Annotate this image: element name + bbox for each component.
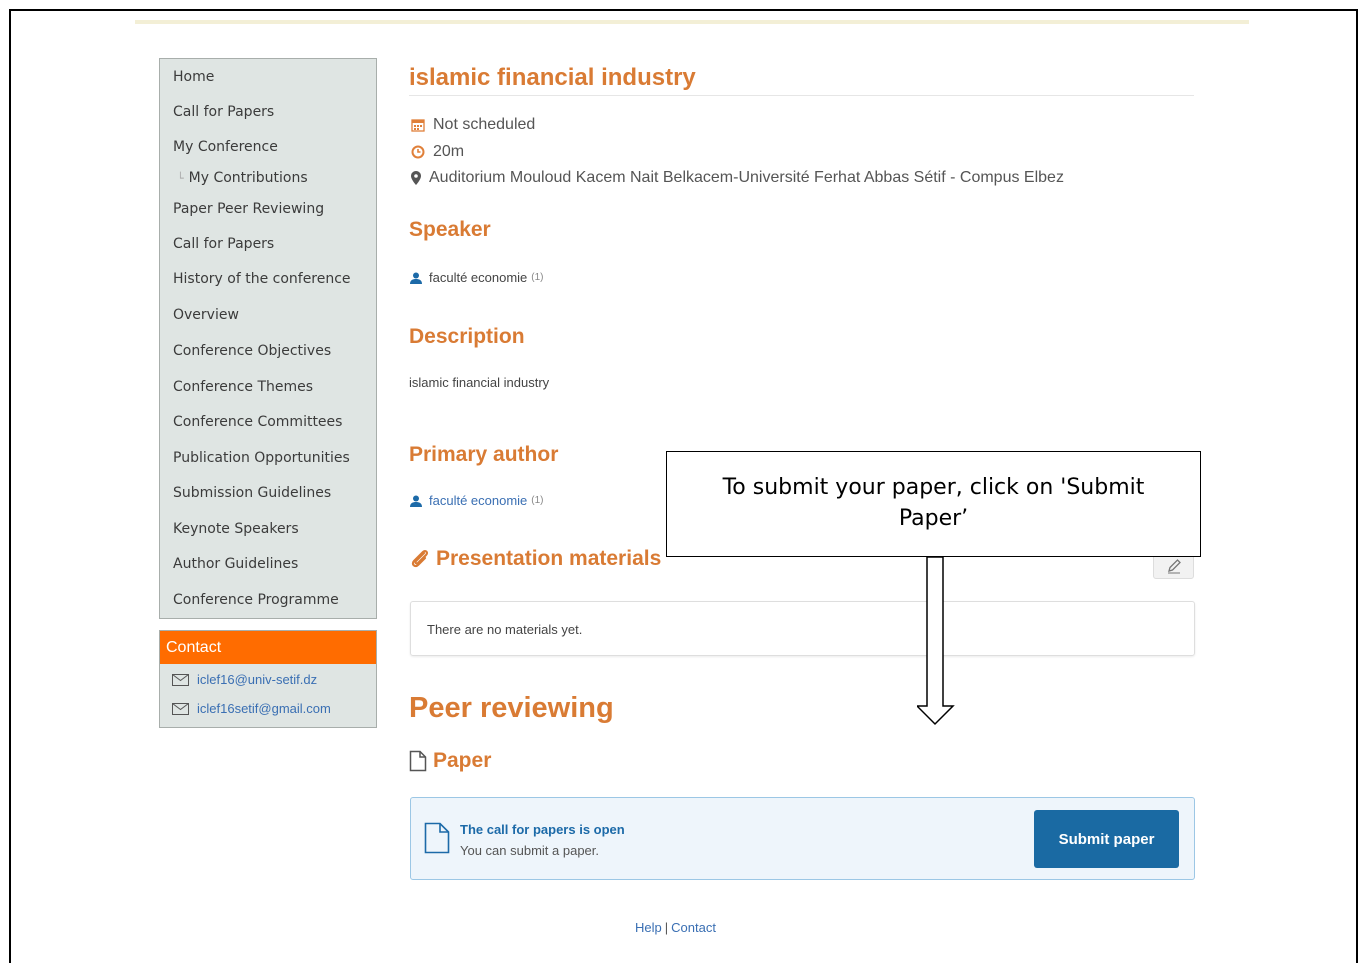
- sidebar-item-my-contributions[interactable]: └ My Contributions: [177, 170, 308, 186]
- sidebar-item-paper-peer-reviewing[interactable]: Paper Peer Reviewing: [173, 201, 324, 217]
- schedule-text: Not scheduled: [433, 116, 536, 133]
- sidebar-item-history[interactable]: History of the conference: [173, 271, 351, 287]
- peer-reviewing-heading: Peer reviewing: [409, 692, 614, 724]
- duration-row: 20m: [409, 143, 464, 161]
- instruction-callout: To submit your paper, click on 'Submit P…: [666, 451, 1201, 557]
- paper-heading-text: Paper: [433, 749, 492, 772]
- sidebar-item-objectives[interactable]: Conference Objectives: [173, 343, 331, 359]
- footer-help-link[interactable]: Help: [635, 920, 662, 935]
- sidebar-item-keynote-speakers[interactable]: Keynote Speakers: [173, 521, 299, 537]
- location-text: Auditorium Mouloud Kacem Nait Belkacem-U…: [429, 169, 1064, 186]
- sidebar-item-home[interactable]: Home: [173, 69, 214, 85]
- location-row: Auditorium Mouloud Kacem Nait Belkacem-U…: [409, 169, 1064, 187]
- file-icon: [424, 822, 450, 854]
- contact-box: Contact iclef16@univ-setif.dz iclef16set…: [159, 630, 377, 728]
- sidebar-menu: Home Call for Papers My Conference └ My C…: [159, 58, 377, 619]
- sidebar-item-programme[interactable]: Conference Programme: [173, 592, 339, 608]
- materials-heading: Presentation materials: [409, 547, 661, 571]
- sidebar-item-author-guidelines[interactable]: Author Guidelines: [173, 556, 298, 572]
- submit-paper-button[interactable]: Submit paper: [1034, 810, 1179, 868]
- pencil-icon: [1167, 559, 1181, 574]
- map-marker-icon: [409, 171, 423, 185]
- call-for-papers-box: The call for papers is open You can subm…: [410, 797, 1195, 880]
- description-text: islamic financial industry: [409, 375, 550, 390]
- sidebar-item-themes[interactable]: Conference Themes: [173, 379, 313, 395]
- sidebar-item-submission-guidelines[interactable]: Submission Guidelines: [173, 485, 331, 501]
- primary-author-count: (1): [531, 495, 544, 506]
- header-rule: [135, 20, 1249, 24]
- paper-heading: Paper: [409, 749, 491, 773]
- contact-email-text: iclef16@univ-setif.dz: [197, 672, 318, 687]
- sidebar-item-publication[interactable]: Publication Opportunities: [173, 450, 350, 466]
- envelope-icon: [172, 673, 189, 686]
- primary-author-heading: Primary author: [409, 443, 559, 466]
- speaker-row: faculté economie (1): [409, 270, 544, 285]
- down-arrow-icon: [917, 556, 955, 726]
- sidebar-item-my-conference[interactable]: My Conference: [173, 139, 278, 155]
- speaker-count: (1): [531, 272, 544, 283]
- sidebar-item-call-for-papers-2[interactable]: Call for Papers: [173, 236, 274, 252]
- contact-email-1[interactable]: iclef16@univ-setif.dz: [172, 672, 317, 687]
- primary-author-link[interactable]: faculté economie (1): [409, 493, 544, 508]
- materials-heading-text: Presentation materials: [436, 547, 662, 570]
- contribution-title: islamic financial industry: [409, 64, 696, 91]
- sidebar-item-committees[interactable]: Conference Committees: [173, 414, 342, 430]
- title-divider: [409, 95, 1194, 96]
- materials-empty-text: There are no materials yet.: [427, 622, 583, 637]
- description-heading: Description: [409, 325, 525, 348]
- footer-separator: |: [664, 920, 669, 935]
- user-icon: [410, 272, 422, 284]
- sidebar-item-overview[interactable]: Overview: [173, 307, 239, 323]
- speaker-heading: Speaker: [409, 218, 491, 241]
- contact-heading: Contact: [160, 631, 376, 664]
- contact-email-2[interactable]: iclef16setif@gmail.com: [172, 701, 331, 716]
- sidebar-item-call-for-papers[interactable]: Call for Papers: [173, 104, 274, 120]
- paperclip-icon: [411, 549, 429, 568]
- speaker-name: faculté economie: [429, 270, 528, 285]
- contact-email-text: iclef16setif@gmail.com: [197, 701, 331, 716]
- user-icon: [410, 495, 422, 507]
- schedule-row: Not scheduled: [409, 116, 535, 134]
- primary-author-name: faculté economie: [429, 493, 528, 508]
- subitem-corner-icon: └: [177, 172, 184, 185]
- calendar-icon: [409, 118, 427, 132]
- sidebar-item-label: My Contributions: [188, 170, 308, 186]
- footer-links: Help | Contact: [635, 920, 716, 935]
- file-icon: [409, 750, 427, 772]
- footer-contact-link[interactable]: Contact: [671, 920, 716, 935]
- cfp-status-title: The call for papers is open: [460, 822, 625, 837]
- clock-icon: [409, 145, 427, 159]
- cfp-status-subtitle: You can submit a paper.: [460, 843, 600, 858]
- envelope-icon: [172, 702, 189, 715]
- duration-text: 20m: [433, 143, 465, 160]
- materials-box: There are no materials yet.: [410, 601, 1195, 656]
